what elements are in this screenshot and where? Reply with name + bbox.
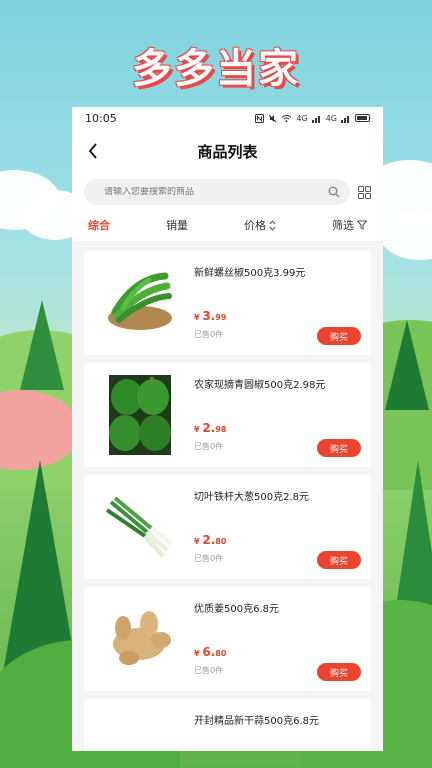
product-image-green-chili[interactable] <box>104 261 176 345</box>
product-name[interactable]: 新鲜螺丝椒500克3.99元 <box>194 264 359 279</box>
sold-count: 已售0件 <box>194 442 224 451</box>
price-decimal: 99 <box>215 313 227 322</box>
back-button[interactable] <box>84 141 104 161</box>
currency-symbol: ¥ <box>194 649 200 658</box>
product-name[interactable]: 优质姜500克6.8元 <box>194 600 359 615</box>
sort-tab-label: 筛选 <box>332 219 354 232</box>
search-row <box>72 173 383 209</box>
mute-icon <box>269 114 277 122</box>
product-card[interactable]: 优质姜500克6.8元 ¥ 6.80 已售0件 购买 <box>84 587 371 691</box>
sold-count: 已售0件 <box>194 554 224 563</box>
search-icon[interactable] <box>328 186 340 198</box>
product-info: 农家现摘青圆椒500克2.98元 ¥ 2.98 已售0件 购买 <box>194 373 361 457</box>
sort-bar: 综合 销量 价格 筛选 <box>72 209 383 241</box>
price-decimal: 80 <box>215 537 227 546</box>
search-box[interactable] <box>84 179 350 205</box>
status-icons: 4G 4G <box>255 113 370 123</box>
signal-label: 4G <box>296 113 308 123</box>
status-time: 10:05 <box>85 111 117 125</box>
signal-icon <box>311 115 320 123</box>
price-decimal: 80 <box>215 649 227 658</box>
sort-tab-sales[interactable]: 销量 <box>166 217 188 233</box>
product-info: 开封精品新干蒜500克6.8元 <box>194 709 359 751</box>
sort-updown-icon <box>269 219 276 231</box>
product-name[interactable]: 切叶铁杆大葱500克2.8元 <box>194 488 359 503</box>
product-card[interactable]: 新鲜螺丝椒500克3.99元 ¥ 3.99 已售0件 购买 <box>84 251 371 355</box>
product-image-ginger[interactable] <box>104 597 176 681</box>
page-title: 商品列表 <box>197 142 258 161</box>
sold-count: 已售0件 <box>194 666 224 675</box>
currency-symbol: ¥ <box>194 537 200 546</box>
buy-button[interactable]: 购买 <box>317 663 361 681</box>
buy-button[interactable]: 购买 <box>317 439 361 457</box>
product-info: 优质姜500克6.8元 ¥ 6.80 已售0件 购买 <box>194 597 361 681</box>
nfc-icon <box>255 113 265 123</box>
currency-symbol: ¥ <box>194 313 200 322</box>
product-price: ¥ 2.80 <box>194 533 226 547</box>
price-integer: 3. <box>202 309 216 323</box>
nav-bar: 商品列表 <box>72 129 383 173</box>
product-info: 切叶铁杆大葱500克2.8元 ¥ 2.80 已售0件 购买 <box>194 485 361 569</box>
product-list: 新鲜螺丝椒500克3.99元 ¥ 3.99 已售0件 购买 农家现摘青圆椒500… <box>72 241 383 751</box>
product-card[interactable]: 农家现摘青圆椒500克2.98元 ¥ 2.98 已售0件 购买 <box>84 363 371 467</box>
product-name[interactable]: 开封精品新干蒜500克6.8元 <box>194 712 359 727</box>
phone-screen: 10:05 4G 4G 商品列表 综合 <box>72 107 383 751</box>
filter-icon <box>357 220 367 230</box>
sold-count: 已售0件 <box>194 330 224 339</box>
battery-icon <box>355 114 370 122</box>
sort-tab-label: 销量 <box>166 219 188 232</box>
buy-button[interactable]: 购买 <box>317 551 361 569</box>
price-decimal: 98 <box>215 425 227 434</box>
price-integer: 6. <box>202 645 216 659</box>
grid-view-icon[interactable] <box>358 185 371 199</box>
product-name[interactable]: 农家现摘青圆椒500克2.98元 <box>194 376 359 391</box>
sort-tab-price[interactable]: 价格 <box>244 217 276 233</box>
sort-tab-label: 综合 <box>88 219 110 232</box>
signal-label-2: 4G <box>325 113 337 123</box>
buy-button[interactable]: 购买 <box>317 327 361 345</box>
currency-symbol: ¥ <box>194 425 200 434</box>
product-info: 新鲜螺丝椒500克3.99元 ¥ 3.99 已售0件 购买 <box>194 261 361 345</box>
product-price: ¥ 3.99 <box>194 309 226 323</box>
product-price: ¥ 2.98 <box>194 421 226 435</box>
sort-tab-label: 价格 <box>244 219 266 232</box>
product-card[interactable]: 开封精品新干蒜500克6.8元 <box>84 699 371 751</box>
product-image-green-bell-pepper[interactable] <box>104 373 176 457</box>
product-image-garlic[interactable] <box>104 709 176 751</box>
product-card[interactable]: 切叶铁杆大葱500克2.8元 ¥ 2.80 已售0件 购买 <box>84 475 371 579</box>
signal-icon-2 <box>341 115 349 123</box>
product-price: ¥ 6.80 <box>194 645 226 659</box>
app-name-banner: 多多当家 <box>132 46 300 92</box>
price-integer: 2. <box>202 533 216 547</box>
sort-tab-comprehensive[interactable]: 综合 <box>88 217 110 233</box>
wifi-icon <box>282 114 292 122</box>
status-bar: 10:05 4G 4G <box>72 107 383 129</box>
sort-tab-filter[interactable]: 筛选 <box>332 217 367 233</box>
chevron-left-icon <box>88 143 97 159</box>
product-image-green-onion[interactable] <box>104 485 176 569</box>
price-integer: 2. <box>202 421 216 435</box>
search-input[interactable] <box>104 187 328 197</box>
